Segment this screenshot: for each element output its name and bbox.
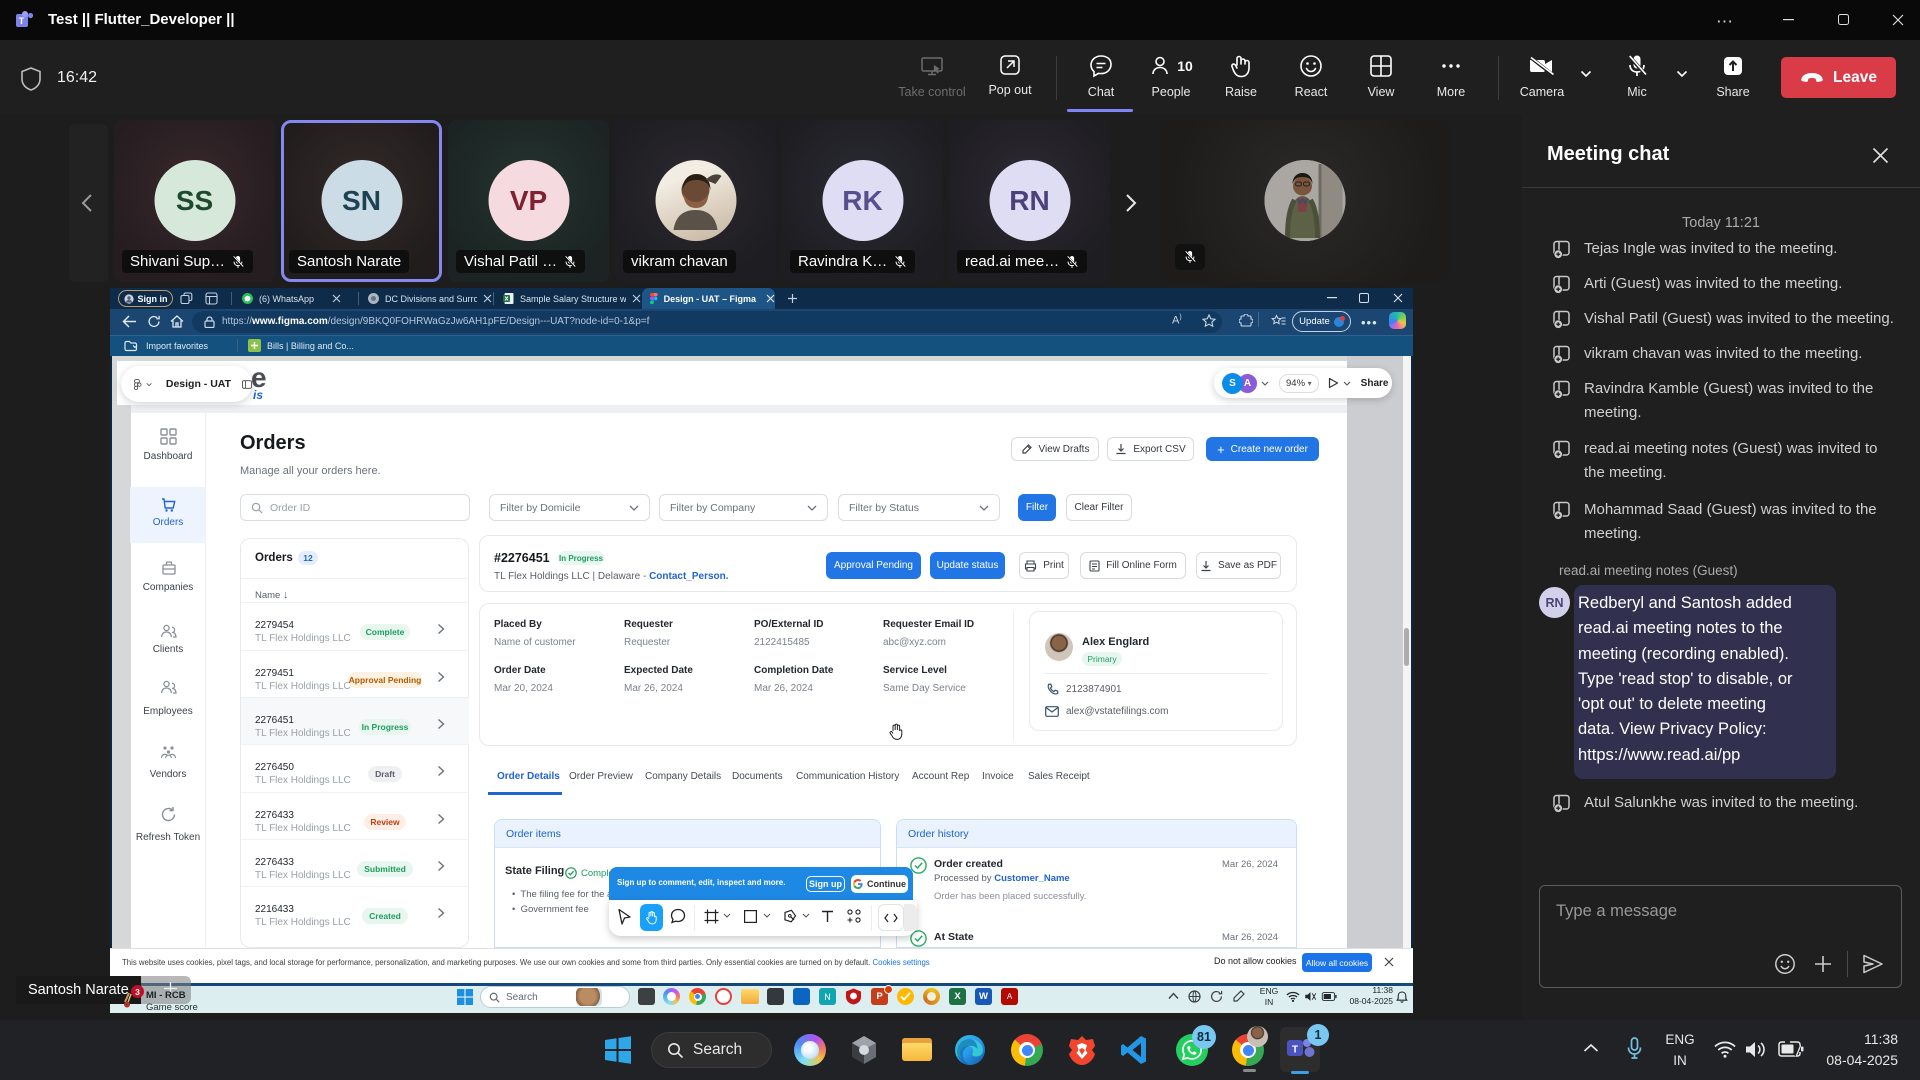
svg-text:T: T <box>1292 1045 1298 1056</box>
svg-text:T: T <box>19 16 25 26</box>
